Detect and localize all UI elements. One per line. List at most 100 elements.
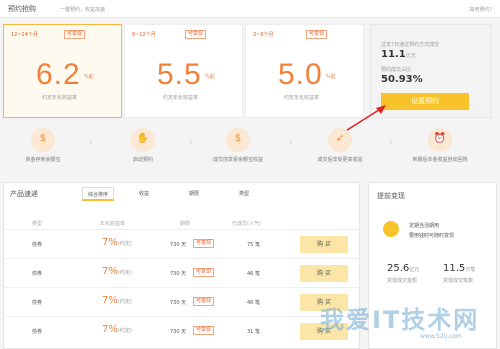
- card-rate: 5.5: [157, 58, 202, 91]
- column-header-type: 类型: [32, 221, 43, 227]
- chevron-right-icon: ›: [288, 134, 294, 150]
- cashable-badge: 可变现: [185, 30, 207, 39]
- table-row: 债券 7%(约定) 730 天 可变现 75 笔 购 买: [4, 229, 361, 258]
- cashout-amount-caption: 变现成交金额: [387, 278, 418, 284]
- card-term: 12~24个月: [11, 32, 38, 38]
- top-header: 预约抢购 一键预约，收益加速 如何预约?: [0, 0, 500, 18]
- side-panel-line: 定期当活期用: [409, 223, 440, 229]
- flow-step: ✋ 启动预约: [108, 128, 178, 163]
- tab-sort-type[interactable]: 类型: [234, 187, 254, 201]
- row-term: 730 天: [170, 242, 187, 248]
- stat-caption-volume: 过去7日通过预约方式成交: [381, 42, 440, 48]
- flow-step: ⏰ 到期后本金收益自动回购: [405, 128, 475, 163]
- chevron-right-icon: ›: [88, 134, 94, 150]
- row-rate: 7%(约定): [102, 295, 132, 306]
- row-rate: 7%(约定): [102, 266, 132, 277]
- table-row: 债券 7%(约定) 730 天 可变现 46 笔 购 买: [4, 258, 361, 287]
- flow-step-label: 成交后享受更高收益: [317, 157, 363, 163]
- table-row: 债券 7%(约定) 730 天 可变现 31 笔 购 买: [4, 316, 361, 345]
- stat-number: 11.5: [443, 263, 466, 274]
- rate-unit: (约定): [117, 241, 132, 247]
- stat-caption-ratio: 预约成交占比: [381, 67, 412, 73]
- cashout-amount: 25.6亿元: [387, 263, 419, 274]
- row-term: 730 天: [170, 271, 187, 277]
- flow-step-label: 成交前享受余额宝收益: [212, 157, 263, 163]
- set-reservation-button[interactable]: 设置预约: [381, 93, 469, 110]
- chevron-right-icon: ›: [188, 134, 194, 150]
- rate-unit: (约定): [117, 270, 132, 276]
- stat-unit: 万笔: [465, 267, 476, 273]
- buy-button[interactable]: 购 买: [300, 265, 348, 282]
- chevron-right-icon: ›: [388, 134, 394, 150]
- site-watermark-url: www.52ij.com: [420, 333, 462, 340]
- card-rate: 6.2: [36, 58, 81, 91]
- stat-value-ratio: 50.93%: [381, 74, 423, 85]
- card-rate-unit: %起: [205, 74, 215, 80]
- rate-value: 7%: [102, 266, 118, 277]
- rate-unit: (约定): [117, 328, 132, 334]
- rate-value: 7%: [102, 295, 118, 306]
- stat-unit: 亿元: [409, 267, 420, 273]
- row-rate: 7%(约定): [102, 237, 132, 248]
- coin-icon: [383, 221, 399, 237]
- card-term: 3~6个月: [253, 32, 274, 38]
- flow-step-label: 资金存到余额宝: [25, 157, 61, 163]
- cashable-badge: 可变现: [193, 239, 215, 248]
- help-link[interactable]: 如何预约?: [469, 6, 492, 13]
- money-bag-icon: $: [226, 128, 250, 152]
- row-type: 债券: [32, 271, 43, 277]
- term-card-12-24[interactable]: 12~24个月 可变现 6.2 %起 约定年化收益率: [3, 24, 122, 118]
- flow-step-label: 启动预约: [132, 157, 153, 163]
- card-rate: 5.0: [278, 58, 323, 91]
- row-type: 债券: [32, 300, 43, 306]
- rate-value: 7%: [102, 237, 118, 248]
- product-list-panel: 产品速递 综合排序 收益 期限 类型 类型 年化收益率 期限 已成交(人气) 债…: [3, 182, 361, 349]
- table-row: 债券 7%(约定) 730 天 可变现 46 笔 购 买: [4, 287, 361, 316]
- side-panel-line: 要用钱时可随时变现: [409, 233, 455, 239]
- rate-unit: (约定): [117, 299, 132, 305]
- card-rate-label: 约定年化收益率: [163, 95, 199, 101]
- site-watermark: 我爱IT技术网: [320, 306, 480, 334]
- money-bag-icon: $: [31, 128, 55, 152]
- tab-sort-yield[interactable]: 收益: [134, 187, 154, 201]
- product-list-title: 产品速递: [10, 190, 38, 198]
- alarm-icon: ⏰: [428, 128, 452, 152]
- column-header-popularity: 已成交(人气): [232, 221, 261, 227]
- column-header-term: 期限: [180, 221, 191, 227]
- stat-number: 50.93: [381, 74, 413, 85]
- card-rate-unit: %起: [84, 74, 94, 80]
- flow-step: $ 资金存到余额宝: [8, 128, 78, 163]
- tab-sort-term[interactable]: 期限: [184, 187, 204, 201]
- cashable-badge: 可变现: [193, 268, 215, 277]
- cashable-badge: 可变现: [306, 30, 328, 39]
- term-cards: 12~24个月 可变现 6.2 %起 约定年化收益率 6~12个月 可变现 5.…: [3, 24, 365, 118]
- reservation-flow: $ 资金存到余额宝 › ✋ 启动预约 › $ 成交前享受余额宝收益 › ➶ 成交…: [0, 128, 500, 176]
- cashable-badge: 可变现: [193, 326, 215, 335]
- row-count: 46 笔: [247, 300, 260, 306]
- cashable-badge: 可变现: [193, 297, 215, 306]
- stat-value-volume: 11.1亿元: [381, 49, 416, 60]
- row-rate: 7%(约定): [102, 324, 132, 335]
- row-type: 债券: [32, 329, 43, 335]
- row-term: 730 天: [170, 300, 187, 306]
- stat-unit: %: [412, 74, 423, 85]
- cashout-count: 11.5万笔: [443, 263, 475, 274]
- page-subtitle: 一键预约，收益加速: [60, 7, 106, 13]
- card-rate-label: 约定年化收益率: [284, 95, 320, 101]
- page-title: 预约抢购: [8, 5, 36, 13]
- row-count: 31 笔: [247, 329, 260, 335]
- stat-number: 25.6: [387, 263, 410, 274]
- row-term: 730 天: [170, 329, 187, 335]
- row-count: 75 笔: [247, 242, 260, 248]
- card-term: 6~12个月: [132, 32, 156, 38]
- flow-step: $ 成交前享受余额宝收益: [203, 128, 273, 163]
- hand-icon: ✋: [131, 128, 155, 152]
- tab-sort-overall[interactable]: 综合排序: [82, 187, 115, 201]
- card-rate-unit: %起: [326, 74, 336, 80]
- column-header-rate: 年化收益率: [100, 221, 126, 227]
- buy-button[interactable]: 购 买: [300, 236, 348, 253]
- term-card-6-12[interactable]: 6~12个月 可变现 5.5 %起 约定年化收益率: [124, 24, 243, 118]
- row-count: 46 笔: [247, 271, 260, 277]
- flow-step-label: 到期后本金收益自动回购: [412, 157, 468, 163]
- stat-number: 11.1: [381, 49, 406, 60]
